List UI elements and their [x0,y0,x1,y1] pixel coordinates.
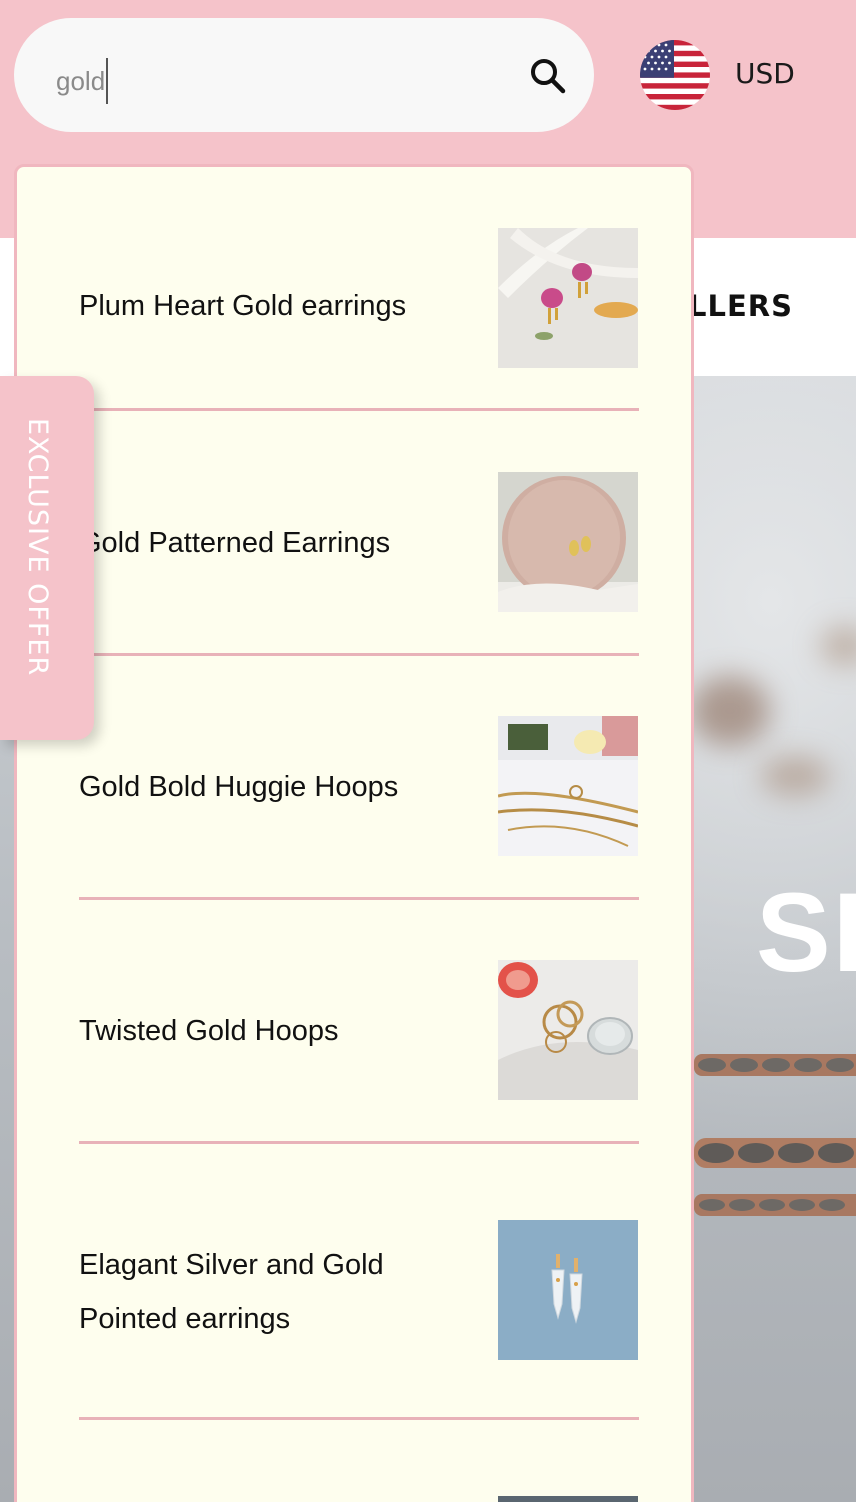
result-divider [79,897,639,900]
hero-blur [760,756,830,796]
us-flag-icon[interactable] [640,40,710,110]
result-title[interactable]: Twisted Gold Hoops [79,1004,479,1058]
result-title[interactable]: Gold Patterned Earrings [79,516,479,570]
result-thumbnail[interactable] [498,472,638,612]
search-result-item[interactable]: Gold Patterned Earrings [79,472,639,622]
result-thumbnail[interactable] [498,1220,638,1360]
search-icon[interactable] [528,56,568,96]
exclusive-offer-label[interactable]: EXCLUSIVE OFFER [22,418,53,676]
result-divider [79,1417,639,1420]
hero-blur [690,676,770,746]
bracelet-image [694,1194,856,1216]
bracelet-image [694,1138,856,1168]
hero-blur [820,626,856,666]
search-result-item[interactable]: Twisted Gold Hoops [79,960,639,1110]
result-title[interactable]: Elagant Silver and Gold Pointed earrings [79,1238,479,1346]
search-input[interactable]: gold [14,18,594,132]
search-value: gold [56,65,106,96]
result-divider [79,408,639,411]
nav-link-bestsellers[interactable]: LLERS [688,289,793,323]
search-result-item[interactable]: Elagant Silver and Gold Pointed earrings [79,1220,639,1370]
result-title[interactable]: Plum Heart Gold earrings [79,279,479,333]
currency-selector[interactable]: USD [735,57,795,90]
result-thumbnail[interactable] [498,960,638,1100]
search-query[interactable]: gold [56,58,109,104]
result-title-line: Pointed earrings [79,1303,291,1335]
result-thumbnail[interactable] [498,228,638,368]
search-results-dropdown: Plum Heart Gold earrings Gold Patterned … [14,164,694,1502]
search-result-item[interactable]: Gold Bold Huggie Hoops [79,716,639,866]
result-thumbnail[interactable] [498,1496,638,1502]
result-divider [79,1141,639,1144]
result-divider [79,653,639,656]
text-caret [106,58,109,104]
result-thumbnail[interactable] [498,716,638,856]
bracelet-image [694,1054,856,1076]
result-title-line: Elagant Silver and Gold [79,1249,384,1281]
search-result-item[interactable]: Plum Heart Gold earrings [79,227,639,377]
result-title[interactable]: Gold Bold Huggie Hoops [79,760,479,814]
hero-heading: SH [756,870,856,995]
